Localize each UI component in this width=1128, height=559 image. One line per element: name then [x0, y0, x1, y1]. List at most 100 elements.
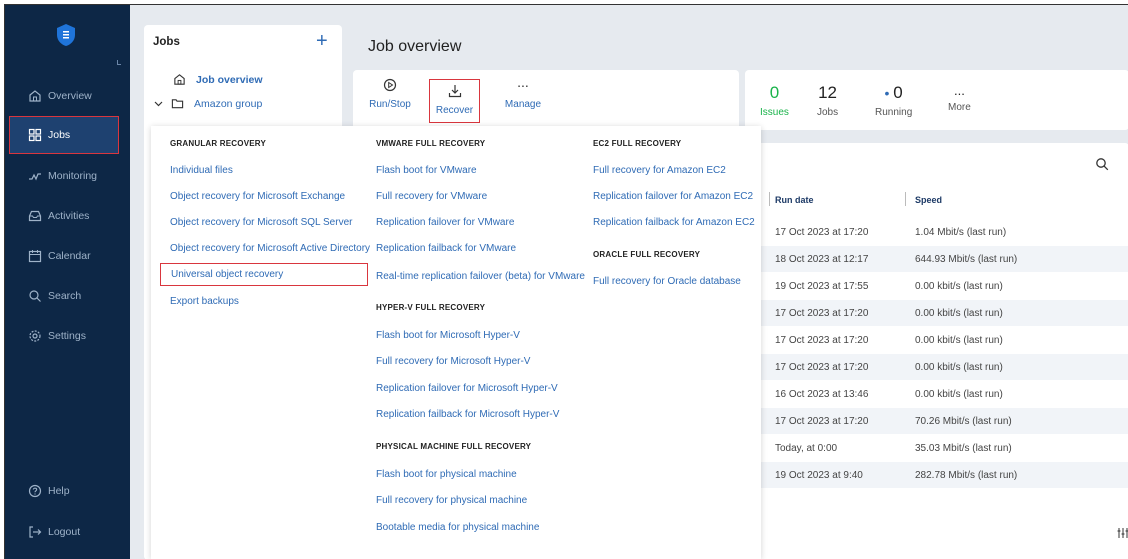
run-date-cell: 17 Oct 2023 at 17:20 — [775, 227, 869, 238]
jobs-label: Jobs — [817, 107, 839, 118]
help-icon — [28, 484, 42, 498]
running-count: • 0 — [885, 83, 903, 103]
table-row[interactable]: 17 Oct 2023 at 17:20 0.00 kbit/s (last ru… — [745, 327, 1128, 353]
run-date-cell: 18 Oct 2023 at 12:17 — [775, 254, 869, 265]
nav-jobs[interactable]: Jobs — [9, 116, 119, 154]
run-date-cell: 17 Oct 2023 at 17:20 — [775, 335, 869, 346]
issues-label: Issues — [760, 107, 789, 118]
menu-item-ec2-full-recovery[interactable]: Full recovery for Amazon EC2 — [593, 165, 726, 176]
stat-issues[interactable]: 0 Issues — [760, 83, 789, 118]
search-icon[interactable] — [1095, 157, 1109, 171]
menu-item-hyperv-replication-failover[interactable]: Replication failover for Microsoft Hyper… — [376, 383, 558, 394]
column-separator — [769, 192, 770, 206]
jobs-count: 12 — [818, 83, 838, 102]
nav-overview[interactable]: Overview — [5, 81, 130, 111]
manage-label: Manage — [504, 99, 542, 110]
menu-item-exchange[interactable]: Object recovery for Microsoft Exchange — [170, 191, 345, 202]
table-row[interactable]: 17 Oct 2023 at 17:20 1.04 Mbit/s (last ru… — [745, 219, 1128, 245]
menu-item-vmware-replication-failback[interactable]: Replication failback for VMware — [376, 243, 516, 254]
menu-item-export-backups[interactable]: Export backups — [170, 296, 239, 307]
search-icon — [29, 290, 41, 302]
menu-item-vmware-full-recovery[interactable]: Full recovery for VMware — [376, 191, 487, 202]
table-row[interactable]: 17 Oct 2023 at 17:20 0.00 kbit/s (last ru… — [745, 300, 1128, 326]
menu-item-physical-full-recovery[interactable]: Full recovery for physical machine — [376, 495, 527, 506]
home-icon — [29, 90, 41, 102]
table-row[interactable]: 19 Oct 2023 at 9:40 282.78 Mbit/s (last r… — [745, 462, 1128, 488]
speed-cell: 70.26 Mbit/s (last run) — [915, 416, 1012, 427]
more-dots-icon: ... — [517, 74, 529, 90]
running-label: Running — [875, 107, 913, 118]
menu-item-sql-server[interactable]: Object recovery for Microsoft SQL Server — [170, 217, 352, 228]
table-row[interactable]: 16 Oct 2023 at 13:46 0.00 kbit/s (last ru… — [745, 381, 1128, 407]
menu-item-vmware-realtime-failover[interactable]: Real-time replication failover (beta) fo… — [376, 271, 585, 282]
stat-running[interactable]: • 0 Running — [875, 83, 912, 118]
menu-heading-vmware: VMWARE FULL RECOVERY — [376, 139, 486, 148]
logout-icon — [29, 526, 42, 538]
menu-item-physical-bootable-media[interactable]: Bootable media for physical machine — [376, 522, 539, 533]
column-header-speed[interactable]: Speed — [915, 195, 942, 205]
column-separator — [905, 192, 906, 206]
column-header-run-date[interactable]: Run date — [775, 195, 814, 205]
nav-calendar[interactable]: Calendar — [5, 241, 130, 271]
menu-item-hyperv-flash-boot[interactable]: Flash boot for Microsoft Hyper-V — [376, 330, 520, 341]
run-date-cell: 17 Oct 2023 at 17:20 — [775, 308, 869, 319]
run-date-cell: 17 Oct 2023 at 17:20 — [775, 362, 869, 373]
stat-jobs[interactable]: 12 Jobs — [817, 83, 838, 118]
table-row[interactable]: Today, at 0:00 35.03 Mbit/s (last run) — [745, 435, 1128, 461]
folder-icon — [171, 99, 184, 109]
collapse-chevron-icon[interactable] — [117, 60, 121, 65]
grid-icon — [28, 128, 42, 142]
nav-label: Calendar — [48, 250, 91, 262]
nav-help[interactable]: Help — [5, 476, 130, 506]
menu-item-ec2-replication-failback[interactable]: Replication failback for Amazon EC2 — [593, 217, 755, 228]
menu-item-individual-files[interactable]: Individual files — [170, 165, 233, 176]
logo-icon[interactable] — [56, 23, 76, 47]
menu-heading-hyperv: HYPER-V FULL RECOVERY — [376, 303, 486, 312]
recover-button[interactable]: Recover — [429, 79, 480, 123]
chevron-down-icon[interactable] — [154, 99, 163, 108]
calendar-icon — [28, 250, 42, 263]
nav-label: Monitoring — [48, 170, 98, 182]
more-dots-icon: ... — [953, 83, 965, 98]
speed-cell: 0.00 kbit/s (last run) — [915, 281, 1003, 292]
stat-more[interactable]: ... More — [948, 83, 971, 113]
table-row[interactable]: 17 Oct 2023 at 17:20 0.00 kbit/s (last ru… — [745, 354, 1128, 380]
menu-heading-ec2: EC2 FULL RECOVERY — [593, 139, 682, 148]
pulse-icon — [29, 173, 41, 181]
menu-item-physical-flash-boot[interactable]: Flash boot for physical machine — [376, 469, 517, 480]
nav-label: Logout — [48, 526, 81, 538]
menu-item-vmware-flash-boot[interactable]: Flash boot for VMware — [376, 165, 477, 176]
run-date-cell: Today, at 0:00 — [775, 443, 838, 454]
add-job-button[interactable]: + — [316, 30, 328, 53]
recover-label: Recover — [435, 105, 474, 116]
menu-item-active-directory[interactable]: Object recovery for Microsoft Active Dir… — [170, 243, 370, 254]
table-row[interactable]: 17 Oct 2023 at 17:20 70.26 Mbit/s (last r… — [745, 408, 1128, 434]
table-row[interactable]: 19 Oct 2023 at 17:55 0.00 kbit/s (last ru… — [745, 273, 1128, 299]
menu-item-ec2-replication-failover[interactable]: Replication failover for Amazon EC2 — [593, 191, 753, 202]
menu-item-oracle-full-recovery[interactable]: Full recovery for Oracle database — [593, 276, 741, 287]
nav-search[interactable]: Search — [5, 281, 130, 311]
nav-settings[interactable]: Settings — [5, 321, 130, 351]
tree-item-amazon-group[interactable]: Amazon group — [154, 97, 262, 110]
nav-monitoring[interactable]: Monitoring — [5, 161, 130, 191]
table-row[interactable]: 18 Oct 2023 at 12:17 644.93 Mbit/s (last … — [745, 246, 1128, 272]
nav-label: Search — [48, 290, 82, 302]
nav-label: Help — [48, 485, 70, 497]
menu-item-universal-object-recovery[interactable]: Universal object recovery — [160, 263, 368, 286]
sidebar: Overview Jobs Monitoring Activities Cale… — [5, 5, 130, 559]
inbox-icon — [28, 210, 42, 222]
tree-item-job-overview[interactable]: Job overview — [173, 73, 263, 86]
speed-cell: 0.00 kbit/s (last run) — [915, 389, 1003, 400]
nav-logout[interactable]: Logout — [5, 517, 130, 547]
menu-item-hyperv-replication-failback[interactable]: Replication failback for Microsoft Hyper… — [376, 409, 559, 420]
column-settings-icon[interactable] — [1117, 527, 1128, 539]
running-dot-icon: • — [884, 85, 894, 101]
nav-activities[interactable]: Activities — [5, 201, 130, 231]
play-circle-icon — [383, 78, 397, 92]
run-stop-button[interactable]: Run/Stop — [365, 78, 415, 110]
menu-item-vmware-replication-failover[interactable]: Replication failover for VMware — [376, 217, 514, 228]
menu-item-hyperv-full-recovery[interactable]: Full recovery for Microsoft Hyper-V — [376, 356, 530, 367]
app-window: Overview Jobs Monitoring Activities Cale… — [4, 4, 1128, 559]
gear-icon — [29, 330, 41, 342]
manage-button[interactable]: ... Manage — [498, 74, 548, 110]
